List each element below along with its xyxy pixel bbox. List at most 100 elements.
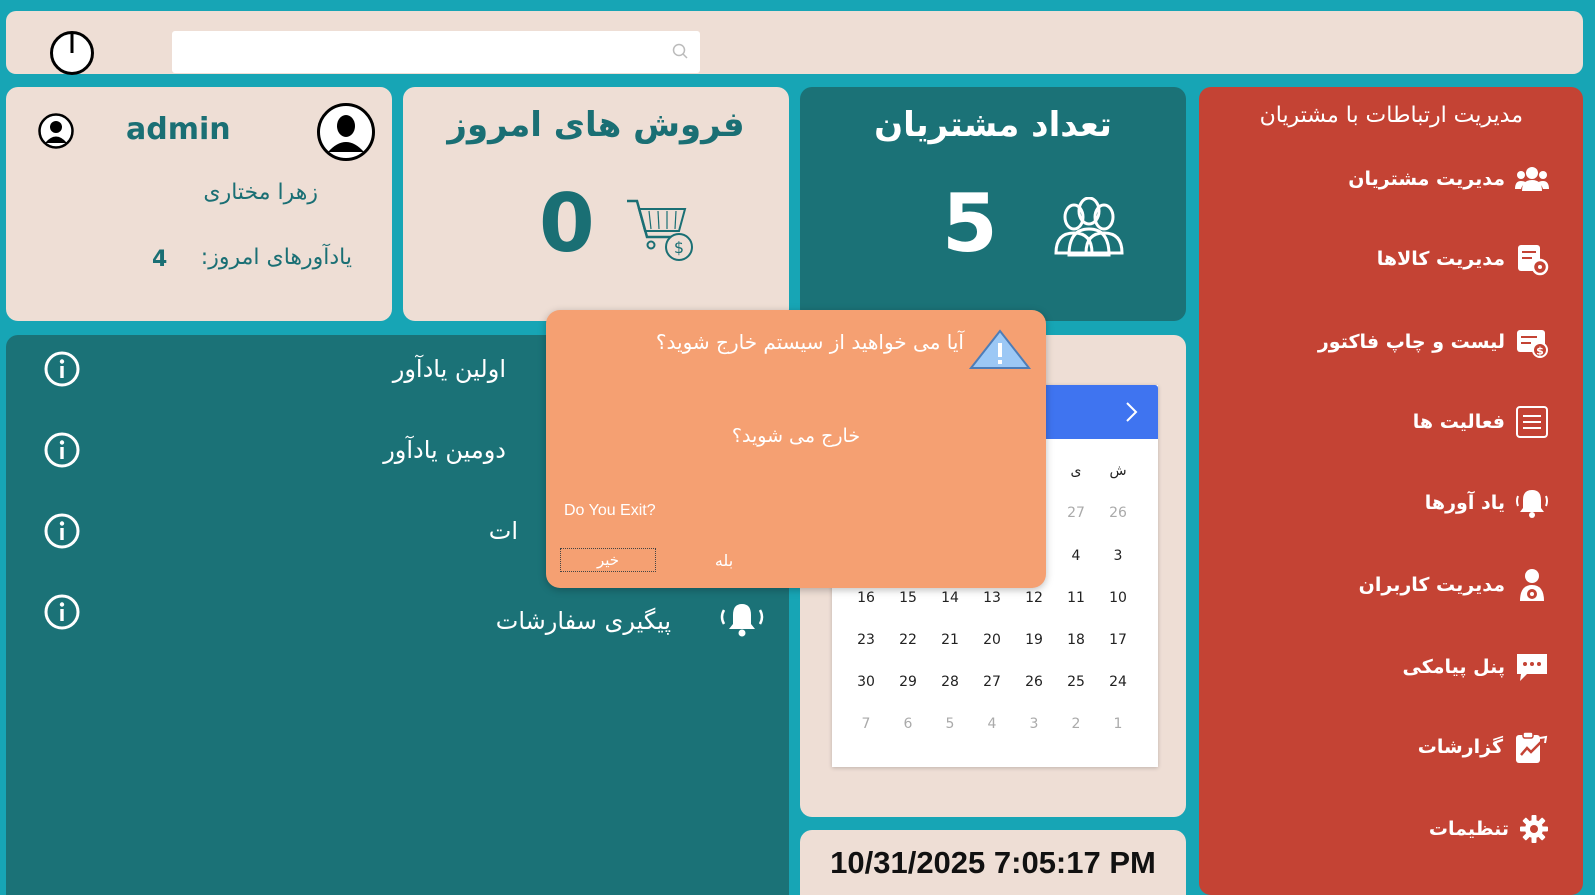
full-name: زهرا مختاری (203, 180, 318, 205)
bell-icon (1516, 490, 1548, 518)
calendar-day[interactable]: 12 (1013, 590, 1055, 606)
chat-icon (1517, 654, 1547, 681)
datetime: 10/31/2025 7:05:17 PM (830, 845, 1156, 880)
search-input[interactable] (172, 31, 700, 73)
today-reminders-label: یادآورهای امروز: (200, 245, 352, 270)
sidebar-item-label: گزارشات (1417, 736, 1503, 758)
crm-sidebar: مدیریت ارتباطات با مشتریان مدیریت مشتریا… (1199, 87, 1583, 895)
reminder-text: دومین یادآور (383, 436, 506, 464)
reminder-text: پیگیری سفارشات (495, 607, 671, 635)
weekday-header: ی (1070, 463, 1082, 479)
sidebar-item-products[interactable]: مدیریت کالاها (1377, 239, 1549, 279)
calendar-day[interactable]: 23 (845, 632, 887, 648)
search-icon (672, 43, 688, 59)
calendar-day[interactable]: 11 (1055, 590, 1097, 606)
sidebar-item-label: لیست و چاپ فاکتور (1317, 331, 1505, 353)
calendar-day[interactable]: 5 (929, 716, 971, 732)
no-button[interactable]: خیر (560, 548, 656, 572)
reminder-text: اولین یادآور (392, 355, 506, 383)
calendar-day[interactable]: 24 (1097, 674, 1139, 690)
calendar-day[interactable]: 6 (887, 716, 929, 732)
calendar-day[interactable]: 13 (971, 590, 1013, 606)
sales-title: فروش های امروز (447, 105, 745, 145)
top-bar (6, 11, 1583, 75)
info-icon[interactable] (44, 432, 80, 468)
sidebar-item-label: فعالیت ها (1412, 411, 1505, 433)
sidebar-item-label: مدیریت کالاها (1376, 248, 1505, 270)
info-icon[interactable] (44, 513, 80, 549)
calendar-day[interactable]: 19 (1013, 632, 1055, 648)
sidebar-item-label: یاد آورها (1424, 492, 1505, 514)
calendar-day[interactable]: 22 (887, 632, 929, 648)
yes-button[interactable]: بله (684, 548, 764, 572)
sidebar-item-label: پنل پیامکی (1402, 656, 1505, 678)
sidebar-item-reports[interactable]: گزارشات (1418, 727, 1549, 767)
today-sales-card: فروش های امروز 0 $ (403, 87, 789, 321)
calendar-day[interactable]: 7 (845, 716, 887, 732)
calendar-day[interactable]: 27 (1055, 505, 1097, 521)
report-icon (1516, 731, 1548, 763)
user-card: admin زهرا مختاری یادآورهای امروز: 4 (6, 87, 392, 321)
info-icon[interactable] (44, 351, 80, 387)
calendar-day[interactable]: 10 (1097, 590, 1139, 606)
calendar-day[interactable]: 29 (887, 674, 929, 690)
sidebar-item-label: مدیریت کاربران (1358, 574, 1505, 596)
calendar-day[interactable]: 4 (1055, 548, 1097, 564)
calendar-day[interactable]: 21 (929, 632, 971, 648)
calendar-day[interactable]: 27 (971, 674, 1013, 690)
small-avatar-icon (38, 113, 74, 149)
list-icon (1516, 406, 1548, 438)
calendar-day[interactable]: 14 (929, 590, 971, 606)
chevron-right-icon[interactable] (1116, 397, 1146, 427)
weekday-header: ش (1109, 463, 1127, 479)
user-gear-icon (1520, 569, 1544, 601)
sidebar-item-reminders[interactable]: یاد آورها (1425, 483, 1549, 523)
sidebar-item-label: مدیریت مشتریان (1348, 168, 1505, 190)
calendar-day[interactable]: 3 (1013, 716, 1055, 732)
sidebar-item-activities[interactable]: فعالیت ها (1413, 402, 1549, 442)
gear-icon (1520, 815, 1548, 843)
calendar-day[interactable]: 17 (1097, 632, 1139, 648)
reminder-text: ات (488, 517, 518, 545)
crm-title: مدیریت ارتباطات با مشتریان (1259, 103, 1523, 128)
dialog-english-message: Do You Exit? (564, 502, 656, 519)
info-icon[interactable] (44, 594, 80, 630)
calendar-day[interactable]: 16 (845, 590, 887, 606)
today-reminders-count: 4 (152, 247, 168, 272)
dialog-title: آیا می خواهید از سیستم خارج شوید؟ (655, 330, 964, 354)
svg-text:$: $ (1536, 345, 1544, 358)
calendar-day[interactable]: 26 (1013, 674, 1055, 690)
power-icon[interactable] (50, 31, 94, 75)
calendar-day[interactable]: 2 (1055, 716, 1097, 732)
sales-value: 0 (539, 177, 595, 270)
calendar-day[interactable]: 26 (1097, 505, 1139, 521)
exit-dialog: آیا می خواهید از سیستم خارج شوید؟ خارج م… (546, 310, 1046, 588)
customer-count-card: تعداد مشتریان 5 (800, 87, 1186, 321)
sidebar-item-customers[interactable]: مدیریت مشتریان (1348, 159, 1549, 199)
calendar-day[interactable]: 1 (1097, 716, 1139, 732)
users-icon (1515, 167, 1549, 191)
sidebar-item-sms-panel[interactable]: پنل پیامکی (1402, 647, 1549, 687)
avatar[interactable] (316, 102, 376, 162)
invoice-icon: $ (1517, 330, 1548, 358)
sidebar-item-settings[interactable]: تنظیمات (1429, 809, 1549, 849)
datetime-panel: 10/31/2025 7:05:17 PM (800, 830, 1186, 895)
calendar-day[interactable]: 25 (1055, 674, 1097, 690)
calendar-day[interactable]: 20 (971, 632, 1013, 648)
customer-count-title: تعداد مشتریان (874, 105, 1112, 145)
users-icon (1054, 197, 1124, 257)
warning-icon (968, 329, 1032, 369)
cart-icon: $ (627, 199, 693, 261)
dialog-message: خارج می شوید؟ (731, 425, 861, 447)
calendar-day[interactable]: 30 (845, 674, 887, 690)
sidebar-item-invoices[interactable]: لیست و چاپ فاکتور $ (1318, 322, 1549, 362)
calendar-day[interactable]: 18 (1055, 632, 1097, 648)
username: admin (126, 112, 231, 147)
product-settings-icon (1518, 245, 1549, 276)
calendar-day[interactable]: 15 (887, 590, 929, 606)
calendar-day[interactable]: 3 (1097, 548, 1139, 564)
sidebar-item-users[interactable]: مدیریت کاربران (1359, 565, 1549, 605)
customer-count-value: 5 (942, 177, 998, 270)
calendar-day[interactable]: 4 (971, 716, 1013, 732)
calendar-day[interactable]: 28 (929, 674, 971, 690)
